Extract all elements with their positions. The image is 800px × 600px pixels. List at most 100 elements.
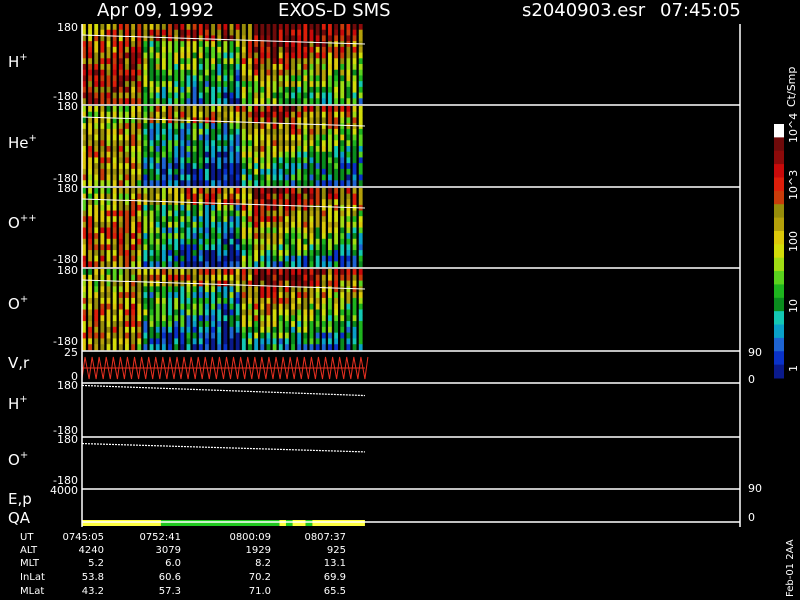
heat-cell (143, 338, 148, 345)
heat-cell (205, 69, 209, 76)
heat-cell (186, 269, 191, 276)
heat-cell (284, 81, 289, 88)
heat-cell (328, 41, 332, 48)
heat-cell (260, 146, 265, 153)
heat-cell (315, 35, 320, 42)
heat-cell (334, 75, 338, 82)
heat-cell (211, 303, 215, 310)
heat-cell (352, 227, 357, 234)
heat-cell (303, 117, 308, 124)
heat-cell (284, 338, 289, 345)
heat-cell (328, 157, 332, 164)
heat-cell (94, 255, 99, 262)
heat-cell (235, 86, 240, 93)
heat-cell (254, 111, 259, 118)
heat-cell (155, 86, 160, 93)
heat-cell (100, 140, 105, 147)
heat-cell (161, 128, 166, 135)
heat-cell (309, 188, 314, 194)
heat-cell (155, 227, 160, 234)
heat-cell (186, 98, 191, 105)
heat-cell (168, 216, 172, 223)
heat-cell (180, 134, 185, 141)
heat-cell (352, 274, 357, 281)
heat-cell (211, 58, 215, 65)
heat-cell (266, 92, 271, 99)
heat-cell (155, 204, 160, 211)
heat-cell (266, 86, 271, 93)
heat-cell (149, 280, 154, 287)
heat-cell (161, 188, 166, 194)
heat-cell (155, 111, 160, 118)
heat-cell (346, 35, 351, 42)
heat-cell (229, 75, 234, 82)
heat-cell (88, 163, 92, 170)
colorbar-labels: 1 10 100 10^3 10^4 (787, 113, 800, 372)
heat-cell (315, 315, 320, 322)
heat-cell (315, 106, 320, 113)
heat-cell (229, 193, 234, 200)
heat-cell (266, 238, 271, 245)
heat-cell (217, 216, 222, 223)
heat-cell (137, 24, 142, 31)
heat-cell (211, 216, 215, 223)
heat-cell (186, 52, 191, 59)
heat-cell (278, 75, 283, 82)
heat-cell (180, 233, 185, 240)
heat-cell (161, 98, 166, 105)
heat-cell (155, 46, 160, 53)
h-plus-pitch-panel (81, 384, 365, 397)
heat-cell (260, 269, 265, 276)
heat-cell (272, 188, 277, 194)
heat-cell (118, 52, 123, 59)
footer-row-label: MLT (20, 558, 40, 569)
plot-mission: EXOS-D SMS (278, 0, 391, 21)
heat-cell (278, 64, 283, 71)
heat-cell (143, 35, 148, 42)
colorbar-label-1: 1 (787, 365, 800, 372)
heat-cell (205, 146, 209, 153)
heat-cell (88, 140, 92, 147)
heat-cell (94, 123, 99, 130)
heat-cell (174, 41, 179, 48)
heat-cell (340, 163, 345, 170)
colorbar-swatch (774, 257, 784, 272)
heat-cell (309, 157, 314, 164)
heat-cell (118, 98, 123, 105)
heat-cell (149, 244, 154, 251)
heat-cell (358, 250, 363, 257)
heat-cell (297, 199, 302, 206)
heat-cell (358, 75, 363, 82)
heat-cell (186, 338, 191, 345)
qa-segment (312, 520, 365, 526)
label-ep: E,p (8, 490, 32, 508)
heat-cell (106, 250, 111, 257)
heat-cell (303, 24, 308, 31)
heat-cell (315, 98, 320, 105)
heat-cell (125, 98, 129, 105)
heat-cell (100, 168, 105, 175)
heat-cell (211, 244, 215, 251)
heat-cell (131, 41, 136, 48)
heat-cell (217, 163, 222, 170)
heat-cell (88, 286, 92, 293)
heat-cell (112, 98, 117, 105)
heat-cell (180, 227, 185, 234)
heat-cell (106, 86, 111, 93)
heat-cell (303, 69, 308, 76)
heat-cell (125, 274, 129, 281)
heat-cell (118, 221, 123, 228)
heat-cell (198, 303, 203, 310)
heat-cell (125, 292, 129, 299)
heat-cell (266, 58, 271, 65)
heat-cell (303, 244, 308, 251)
heat-cell (217, 188, 222, 194)
heat-cell (192, 151, 197, 158)
heat-cell (186, 163, 191, 170)
tick-label: 90 (748, 346, 762, 359)
color-bar (774, 124, 784, 379)
heat-cell (278, 255, 283, 262)
heat-cell (198, 292, 203, 299)
heat-cell (278, 92, 283, 99)
heat-cell (143, 274, 148, 281)
